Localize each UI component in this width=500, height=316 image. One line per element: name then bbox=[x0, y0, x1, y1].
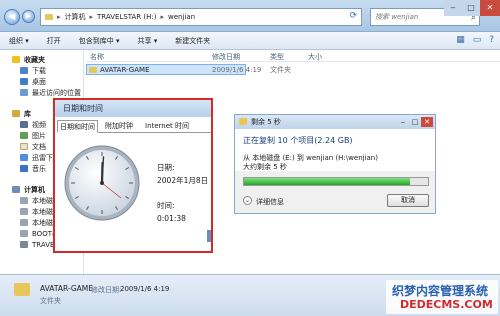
star-icon bbox=[12, 56, 20, 63]
refresh-icon[interactable]: ⟳ bbox=[349, 11, 357, 21]
sidebar-item-favorites[interactable]: 收藏夹 bbox=[12, 54, 45, 65]
breadcrumb-computer[interactable]: 计算机 bbox=[65, 12, 86, 22]
copy-progress-fill bbox=[244, 178, 410, 185]
include-in-library-button[interactable]: 包含到库中 ▾ bbox=[70, 36, 129, 46]
drive-icon bbox=[20, 230, 28, 237]
organize-button[interactable]: 组织 ▾ bbox=[0, 36, 38, 46]
sidebar-item-music[interactable]: 音乐 bbox=[20, 163, 46, 174]
video-icon bbox=[20, 121, 28, 128]
address-field[interactable]: ▸ 计算机 ▸ TRAVELSTAR (H:) ▸ wenjian ⟳ bbox=[40, 8, 362, 26]
folder-icon bbox=[45, 14, 53, 20]
sidebar-item-downloads[interactable]: 下载 bbox=[20, 65, 46, 76]
music-icon bbox=[20, 165, 28, 172]
usb-drive-icon bbox=[20, 241, 28, 248]
computer-icon bbox=[12, 186, 20, 193]
minimize-button[interactable]: ‒ bbox=[397, 117, 409, 127]
copy-heading: 正在复制 10 个项目(2.24 GB) bbox=[243, 136, 353, 145]
search-placeholder: 搜索 wenjian bbox=[375, 13, 419, 21]
back-arrow-icon: ◀ bbox=[8, 12, 16, 22]
cancel-button[interactable]: 取消 bbox=[387, 194, 429, 207]
library-icon bbox=[12, 110, 20, 117]
date-time-title: 日期和时间 bbox=[55, 100, 211, 117]
folder-icon bbox=[14, 283, 30, 296]
copy-progress-dialog: 剩余 5 秒 ‒ □ ✕ 正在复制 10 个项目(2.24 GB) 从 本地磁盘… bbox=[234, 114, 436, 214]
details-modified-label: 修改日期: bbox=[91, 286, 122, 294]
file-name: AVATAR-GAME bbox=[100, 66, 150, 74]
folder-icon bbox=[89, 67, 97, 73]
watermark-line-2: DEDECMS.COM bbox=[400, 298, 493, 311]
tab-internet-time[interactable]: Internet 时间 bbox=[143, 120, 191, 133]
date-time-tabs: 日期和时间 附加时钟 Internet 时间 bbox=[57, 120, 211, 133]
forward-arrow-icon: ▶ bbox=[25, 12, 32, 20]
watermark-line-1: 织梦内容管理系统 bbox=[392, 284, 489, 298]
copy-time-remaining: 大约剩余 5 秒 bbox=[243, 163, 287, 171]
copy-dialog-title: 剩余 5 秒 ‒ □ ✕ bbox=[235, 115, 435, 129]
breadcrumb-drive[interactable]: TRAVELSTAR (H:) bbox=[97, 13, 156, 21]
close-button[interactable]: ✕ bbox=[480, 0, 500, 16]
documents-icon bbox=[20, 143, 28, 150]
column-modified[interactable]: 修改日期 bbox=[212, 52, 240, 62]
column-size[interactable]: 大小 bbox=[308, 52, 322, 62]
maximize-button[interactable]: □ bbox=[462, 0, 480, 16]
pictures-icon bbox=[20, 132, 28, 139]
drive-icon bbox=[20, 208, 28, 215]
sidebar-item-libraries[interactable]: 库 bbox=[12, 108, 31, 119]
date-time-window: 日期和时间 日期和时间 附加时钟 Internet 时间 日期: 2002年1月… bbox=[53, 98, 213, 253]
sidebar-item-computer[interactable]: 计算机 bbox=[12, 184, 45, 195]
column-headers: 名称 修改日期 类型 大小 bbox=[86, 50, 500, 62]
new-folder-button[interactable]: 新建文件夹 bbox=[166, 36, 219, 46]
partial-button-edge bbox=[207, 230, 211, 242]
chevron-right-icon: ▸ bbox=[89, 13, 94, 21]
maximize-button[interactable]: □ bbox=[409, 117, 421, 127]
drive-icon bbox=[20, 219, 28, 226]
command-toolbar: 组织 ▾ 打开 包含到库中 ▾ 共享 ▾ 新建文件夹 ▦ ▭ ? bbox=[0, 32, 500, 50]
view-options-icon[interactable]: ▦ bbox=[456, 35, 465, 45]
breadcrumb-folder[interactable]: wenjian bbox=[168, 13, 195, 21]
share-button[interactable]: 共享 ▾ bbox=[129, 36, 167, 46]
date-label: 日期: bbox=[157, 163, 175, 172]
file-row[interactable]: AVATAR-GAME 2009/1/6 4:19 bbox=[86, 64, 261, 75]
close-button[interactable]: ✕ bbox=[421, 117, 433, 127]
minimize-button[interactable]: ‒ bbox=[444, 0, 462, 16]
chevron-right-icon: ▸ bbox=[160, 13, 164, 21]
forward-button[interactable]: ▶ bbox=[22, 10, 35, 23]
open-button[interactable]: 打开 bbox=[38, 36, 70, 46]
details-item-type: 文件夹 bbox=[40, 297, 61, 305]
desktop-icon bbox=[20, 78, 28, 85]
tab-additional-clocks[interactable]: 附加时钟 bbox=[103, 120, 135, 133]
sidebar-item-videos[interactable]: 视频 bbox=[20, 119, 46, 130]
sidebar-item-recent-places[interactable]: 最近访问的位置 bbox=[20, 87, 81, 98]
copy-progress-bar bbox=[243, 177, 429, 186]
preview-pane-icon[interactable]: ▭ bbox=[473, 35, 482, 45]
chevron-right-icon: ▸ bbox=[57, 13, 61, 21]
tab-date-time[interactable]: 日期和时间 bbox=[57, 120, 98, 133]
time-value: 0:01:38 bbox=[157, 214, 186, 223]
file-modified: 2009/1/6 4:19 bbox=[212, 66, 262, 74]
details-item-name: AVATAR-GAME bbox=[40, 284, 94, 293]
date-value: 2002年1月8日 bbox=[157, 176, 209, 185]
watermark: 织梦内容管理系统 DEDECMS.COM bbox=[386, 280, 498, 314]
analog-clock bbox=[64, 145, 140, 221]
more-details-toggle[interactable]: 详细信息 bbox=[256, 197, 284, 207]
recent-places-icon bbox=[20, 89, 28, 96]
copy-dialog-body: 正在复制 10 个项目(2.24 GB) 从 本地磁盘 (E:) 到 wenji… bbox=[235, 129, 435, 171]
folder-icon bbox=[239, 118, 247, 125]
download-folder-icon bbox=[20, 67, 28, 74]
thunder-download-icon bbox=[20, 154, 28, 161]
help-icon[interactable]: ? bbox=[489, 35, 494, 45]
chevron-down-icon[interactable]: ⌄ bbox=[243, 196, 252, 205]
sidebar-item-pictures[interactable]: 图片 bbox=[20, 130, 46, 141]
address-bar-area: ◀ ▶ ▸ 计算机 ▸ TRAVELSTAR (H:) ▸ wenjian ⟳ … bbox=[0, 0, 500, 32]
sidebar-item-desktop[interactable]: 桌面 bbox=[20, 76, 46, 87]
drive-icon bbox=[20, 197, 28, 204]
file-type: 文件夹 bbox=[270, 66, 291, 74]
back-button[interactable]: ◀ bbox=[4, 9, 20, 25]
column-name[interactable]: 名称 bbox=[90, 52, 104, 62]
column-type[interactable]: 类型 bbox=[270, 52, 284, 62]
sidebar-item-documents[interactable]: 文档 bbox=[20, 141, 46, 152]
time-label: 时间: bbox=[157, 201, 175, 210]
details-modified-value: 2009/1/6 4:19 bbox=[120, 285, 170, 293]
